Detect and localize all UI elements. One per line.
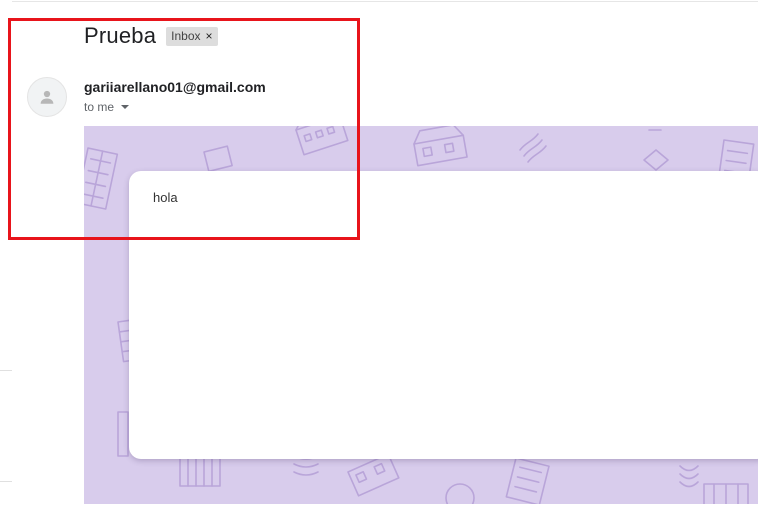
recipient-text: to me	[84, 100, 115, 114]
person-icon	[40, 90, 54, 104]
list-edge-divider	[0, 370, 12, 371]
close-icon[interactable]: ×	[206, 28, 213, 44]
top-divider	[12, 1, 758, 2]
recipient-row: to me	[84, 100, 130, 114]
sender-avatar[interactable]	[27, 77, 67, 117]
message-body: hola	[153, 190, 178, 205]
label-chip-text: Inbox	[171, 28, 201, 43]
caret-down-icon[interactable]	[120, 104, 130, 110]
list-edge-divider	[0, 481, 12, 482]
message-card: hola	[129, 171, 758, 459]
inbox-label-chip[interactable]: Inbox ×	[166, 26, 218, 46]
subject-row: Prueba Inbox ×	[84, 22, 218, 50]
email-subject: Prueba	[84, 23, 157, 48]
sender-address[interactable]: gariiarellano01@gmail.com	[84, 79, 266, 95]
